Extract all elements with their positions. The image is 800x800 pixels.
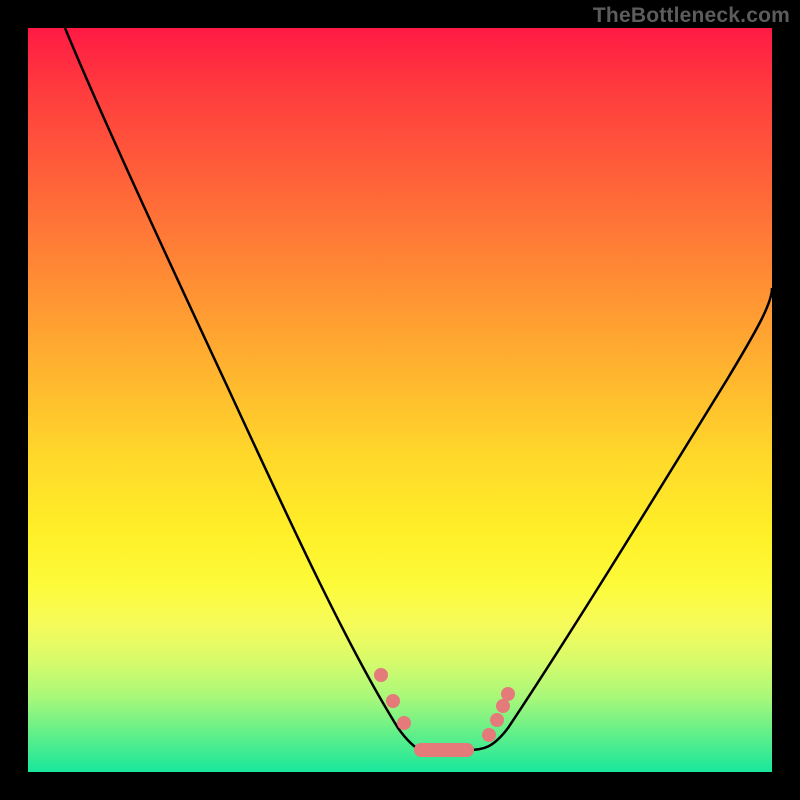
marker-dot — [386, 694, 400, 708]
marker-dot — [397, 716, 411, 730]
marker-dot — [374, 668, 388, 682]
chart-svg — [28, 28, 772, 772]
watermark-text: TheBottleneck.com — [593, 4, 790, 28]
marker-dot — [490, 713, 504, 727]
marker-dot — [482, 728, 496, 742]
chart-plot-area — [28, 28, 772, 772]
flat-segment-bar — [414, 743, 474, 757]
marker-dot — [496, 699, 510, 713]
marker-dot — [501, 687, 515, 701]
chart-frame: TheBottleneck.com — [0, 0, 800, 800]
v-curve — [65, 28, 772, 752]
